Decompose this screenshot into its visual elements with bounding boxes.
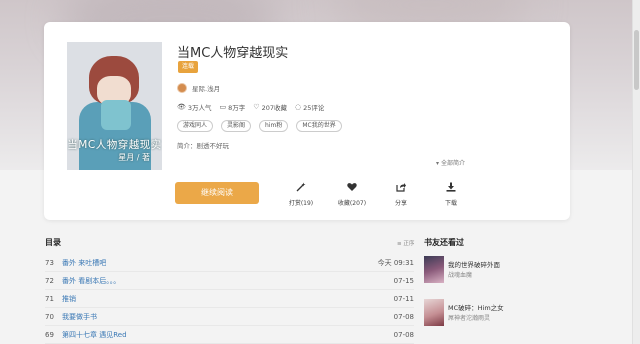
chapter-number: 71 (45, 295, 54, 303)
sort-label: 正序 (403, 241, 415, 247)
recommend-title[interactable]: MC破碎：Him之女 (448, 302, 504, 312)
cover-title: 当MC人物穿越现实 (67, 139, 162, 151)
download-button[interactable]: 下载 (433, 182, 469, 207)
book-title: 当MC人物穿越现实 (177, 46, 289, 61)
tag[interactable]: him粉 (259, 120, 289, 132)
chapter-date: 07-08 (393, 313, 414, 321)
comment-icon: ◌ (295, 103, 302, 111)
share-label: 分享 (394, 200, 407, 207)
favorite-label: 收藏(207) (337, 200, 367, 207)
continue-reading-button[interactable]: 继续阅读 (175, 182, 259, 204)
favorite-count: 207收藏 (261, 104, 287, 112)
share-icon (383, 182, 419, 194)
reward-button[interactable]: 打赏(19) (283, 182, 319, 207)
book-info-card: 当MC人物穿越现实 星月 / 著 当MC人物穿越现实 连载 星际.浅月 👁 3万人… (44, 22, 570, 220)
chapter-date: 07-15 (393, 277, 414, 285)
sort-toggle[interactable]: ≡ 正序 (397, 239, 414, 247)
word-count: 8万字 (228, 104, 246, 112)
chapter-title[interactable]: 番外 看剧本后。。。 (62, 273, 120, 290)
chapter-row[interactable]: 72 番外 看剧本后。。。 07-15 (45, 273, 414, 290)
recommend-heading: 书友还看过 (424, 238, 464, 247)
scrollbar[interactable] (632, 0, 640, 344)
download-icon (433, 182, 469, 194)
book-cover[interactable]: 当MC人物穿越现实 星月 / 著 (67, 42, 162, 170)
document-icon: ▭ (219, 103, 227, 111)
reward-label: 打赏(19) (288, 200, 314, 207)
author-avatar[interactable] (177, 83, 187, 93)
chapter-number: 72 (45, 277, 54, 285)
tag-list: 游戏同人 灵影阁 him粉 MC我的世界 (177, 120, 350, 132)
chapter-number: 73 (45, 259, 54, 267)
chapter-date: 07-11 (393, 295, 414, 303)
status-badge: 连载 (178, 61, 199, 73)
cover-author: 星月 / 著 (118, 153, 150, 162)
heart-icon: ♡ (253, 103, 260, 111)
book-intro: 简介：剧透不好玩 (177, 142, 229, 150)
expand-intro-button[interactable]: ▾ 全部简介 (436, 158, 465, 167)
chapter-title[interactable]: 第四十七章 遇见Red (62, 327, 127, 344)
recommend-author: 战魂血魔 (448, 272, 473, 279)
tag[interactable]: 游戏同人 (177, 120, 214, 132)
eye-icon: 👁 (177, 103, 186, 111)
chapter-date: 07-08 (393, 331, 414, 339)
chevron-down-icon: ▾ (436, 160, 440, 167)
recommend-author: 屌神者沱瀚雨灵 (448, 315, 491, 322)
recommend-cover[interactable] (424, 299, 444, 326)
scrollbar-thumb[interactable] (634, 30, 639, 90)
chapter-title[interactable]: 推销 (62, 291, 76, 308)
book-stats: 👁 3万人气 ▭ 8万字 ♡ 207收藏 ◌ 25评论 (177, 102, 332, 112)
recommend-item[interactable]: MC破碎：Him之女 屌神者沱瀚雨灵 (424, 299, 574, 329)
tag[interactable]: 灵影阁 (221, 120, 252, 132)
toc-heading: 目录 (45, 238, 61, 247)
chapter-title[interactable]: 番外 来吐槽吧 (62, 255, 106, 272)
popularity-count: 3万人气 (187, 104, 212, 112)
author-row[interactable]: 星际.浅月 (177, 83, 220, 93)
chapter-number: 70 (45, 313, 54, 321)
chapter-date: 今天 09:31 (377, 259, 414, 267)
chapter-row[interactable]: 73 番外 来吐槽吧 今天 09:31 (45, 255, 414, 272)
comment-count: 25评论 (303, 104, 325, 112)
magic-wand-icon (283, 182, 319, 194)
chapter-row[interactable]: 71 推销 07-11 (45, 291, 414, 308)
favorite-button[interactable]: 收藏(207) (334, 182, 370, 207)
author-name[interactable]: 星际.浅月 (192, 83, 220, 93)
chapter-title[interactable]: 我要做手书 (62, 309, 97, 326)
share-button[interactable]: 分享 (383, 182, 419, 207)
chapter-number: 69 (45, 331, 54, 339)
download-label: 下载 (444, 200, 457, 207)
recommend-title[interactable]: 我的世界破碎外面 (448, 259, 500, 269)
sort-icon: ≡ (397, 241, 402, 247)
heart-icon (334, 182, 370, 194)
chapter-row[interactable]: 69 第四十七章 遇见Red 07-08 (45, 327, 414, 344)
recommend-cover[interactable] (424, 256, 444, 283)
expand-intro-label: 全部简介 (440, 160, 465, 167)
recommend-item[interactable]: 我的世界破碎外面 战魂血魔 (424, 256, 574, 286)
tag[interactable]: MC我的世界 (296, 120, 342, 132)
chapter-row[interactable]: 70 我要做手书 07-08 (45, 309, 414, 326)
